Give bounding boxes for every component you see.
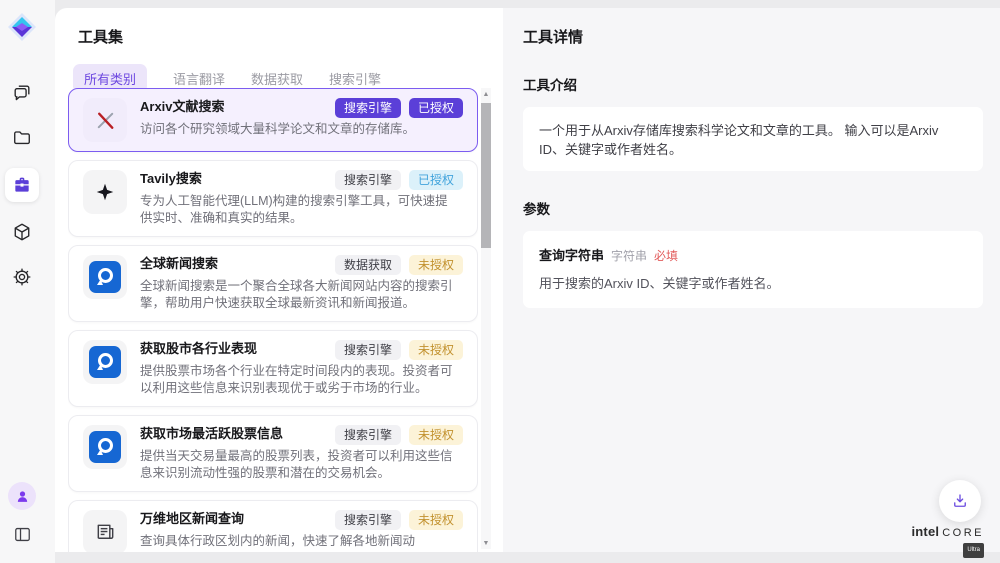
folder-icon[interactable]: [7, 123, 37, 153]
category-badge: 搜索引擎: [335, 98, 401, 118]
newspaper-icon: [83, 510, 127, 552]
ultra-badge: Ultra: [963, 543, 984, 558]
intel-core-logo: intelCORE Ultra: [911, 525, 984, 558]
auth-badge: 已授权: [409, 170, 463, 190]
tool-card-active-stocks[interactable]: 获取市场最活跃股票信息 搜索引擎 未授权 提供当天交易量最高的股票列表，投资者可…: [68, 415, 478, 492]
scroll-down-arrow[interactable]: ▼: [481, 537, 491, 549]
cube-icon[interactable]: [7, 217, 37, 247]
tool-description: 全球新闻搜索是一个聚合全球各大新闻网站内容的搜索引擎，帮助用户快速获取全球最新资…: [140, 278, 454, 312]
blue-search-bubble-icon: [83, 255, 127, 299]
scroll-up-arrow[interactable]: ▲: [481, 88, 491, 100]
tool-card-global-news[interactable]: 全球新闻搜索 数据获取 未授权 全球新闻搜索是一个聚合全球各大新闻网站内容的搜索…: [68, 245, 478, 322]
gear-icon[interactable]: [7, 262, 37, 292]
scrollbar-thumb[interactable]: [481, 103, 491, 248]
collapse-panel-icon[interactable]: [7, 519, 37, 549]
user-avatar[interactable]: [8, 482, 36, 510]
tool-card-regional-news[interactable]: 万维地区新闻查询 搜索引擎 未授权 查询具体行政区划内的新闻，快速了解各地新闻动: [68, 500, 478, 552]
tool-description: 查询具体行政区划内的新闻，快速了解各地新闻动: [140, 533, 454, 550]
params-heading: 参数: [523, 198, 983, 218]
detail-title: 工具详情: [523, 26, 983, 47]
tool-description: 提供股票市场各个行业在特定时间段内的表现。投资者可以利用这些信息来识别表现优于或…: [140, 363, 454, 397]
tool-card-tavily[interactable]: Tavily搜索 搜索引擎 已授权 专为人工智能代理(LLM)构建的搜索引擎工具…: [68, 160, 478, 237]
intel-wordmark: intel: [911, 524, 939, 539]
tool-detail-panel: 工具详情 工具介绍 一个用于从Arxiv存储库搜索科学论文和文章的工具。 输入可…: [503, 8, 1000, 552]
intro-heading: 工具介绍: [523, 74, 983, 94]
core-wordmark: CORE: [942, 527, 984, 539]
app-logo-gem-icon: [7, 12, 37, 42]
tool-list-panel: 工具集 所有类别 语言翻译 数据获取 搜索引擎 Arxiv文献搜索 搜索引擎 已…: [55, 8, 503, 552]
sidebar: [0, 0, 55, 563]
auth-badge: 未授权: [409, 510, 463, 530]
category-badge: 搜索引擎: [335, 425, 401, 445]
list-scrollbar[interactable]: ▲ ▼: [481, 88, 491, 549]
auth-badge: 未授权: [409, 425, 463, 445]
category-badge: 搜索引擎: [335, 340, 401, 360]
category-badge: 数据获取: [335, 255, 401, 275]
tool-card-sector-performance[interactable]: 获取股市各行业表现 搜索引擎 未授权 提供股票市场各个行业在特定时间段内的表现。…: [68, 330, 478, 407]
tool-description: 访问各个研究领域大量科学论文和文章的存储库。: [140, 121, 454, 138]
tool-description: 专为人工智能代理(LLM)构建的搜索引擎工具，可快速提供实时、准确和真实的结果。: [140, 193, 454, 227]
toolbox-icon-active[interactable]: [5, 168, 39, 202]
param-card: 查询字符串 字符串 必填 用于搜索的Arxiv ID、关键字或作者姓名。: [523, 231, 983, 308]
auth-badge: 未授权: [409, 340, 463, 360]
tool-name: 获取股市各行业表现: [140, 340, 335, 357]
auth-badge: 未授权: [409, 255, 463, 275]
blue-search-bubble-icon: [83, 340, 127, 384]
tool-list: Arxiv文献搜索 搜索引擎 已授权 访问各个研究领域大量科学论文和文章的存储库…: [68, 88, 478, 552]
param-description: 用于搜索的Arxiv ID、关键字或作者姓名。: [539, 273, 967, 292]
intro-text-box: 一个用于从Arxiv存储库搜索科学论文和文章的工具。 输入可以是Arxiv ID…: [523, 107, 983, 171]
param-required-label: 必填: [654, 247, 678, 264]
tool-name: 全球新闻搜索: [140, 255, 335, 272]
param-name: 查询字符串: [539, 245, 604, 264]
download-button[interactable]: [939, 480, 981, 522]
category-badge: 搜索引擎: [335, 510, 401, 530]
tool-name: Arxiv文献搜索: [140, 98, 335, 115]
tool-name: Tavily搜索: [140, 170, 335, 187]
category-badge: 搜索引擎: [335, 170, 401, 190]
tavily-star-icon: [83, 170, 127, 214]
tool-name: 万维地区新闻查询: [140, 510, 335, 527]
tool-card-arxiv[interactable]: Arxiv文献搜索 搜索引擎 已授权 访问各个研究领域大量科学论文和文章的存储库…: [68, 88, 478, 152]
auth-badge: 已授权: [409, 98, 463, 118]
tool-name: 获取市场最活跃股票信息: [140, 425, 335, 442]
blue-search-bubble-icon: [83, 425, 127, 469]
arxiv-x-icon: [83, 98, 127, 142]
tool-description: 提供当天交易量最高的股票列表，投资者可以利用这些信息来识别流动性强的股票和潜在的…: [140, 448, 454, 482]
download-icon: [951, 492, 969, 510]
chat-icon[interactable]: [7, 78, 37, 108]
page-title: 工具集: [78, 26, 503, 47]
param-type-label: 字符串: [611, 247, 647, 264]
